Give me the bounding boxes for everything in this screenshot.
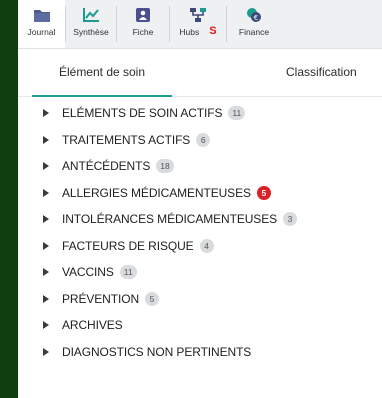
tab-classification[interactable]: Classification bbox=[268, 49, 382, 95]
list-item[interactable]: TRAITEMENTS ACTIFS 6 bbox=[18, 127, 382, 154]
active-tab-indicator bbox=[32, 95, 172, 97]
toolbar-finance[interactable]: € Finance bbox=[227, 0, 281, 48]
count-badge: 4 bbox=[199, 238, 214, 253]
list-item[interactable]: ANTÉCÉDENTS 18 bbox=[18, 153, 382, 180]
id-card-icon bbox=[136, 8, 150, 22]
list-item[interactable]: PRÉVENTION 5 bbox=[18, 286, 382, 313]
expand-caret-icon bbox=[43, 268, 49, 277]
expand-caret-icon bbox=[43, 109, 49, 118]
list-item[interactable]: VACCINS 11 bbox=[18, 259, 382, 286]
count-badge: 3 bbox=[283, 212, 298, 227]
tab-bar: Élément de soin Classification bbox=[18, 49, 382, 97]
toolbar-journal-label: Journal bbox=[27, 27, 56, 37]
expand-caret-icon bbox=[43, 241, 49, 250]
count-badge: 5 bbox=[145, 291, 160, 306]
section-label: ELÉMENTS DE SOIN ACTIFS bbox=[62, 106, 223, 121]
toolbar-hubs[interactable]: Hubs S bbox=[170, 0, 226, 48]
list-item[interactable]: ALLERGIES MÉDICAMENTEUSES 5 bbox=[18, 180, 382, 207]
section-label: PRÉVENTION bbox=[62, 291, 140, 306]
toolbar-synthese[interactable]: Synthèse bbox=[66, 0, 116, 48]
section-label: INTOLÉRANCES MÉDICAMENTEUSES bbox=[62, 212, 278, 227]
care-element-list: ELÉMENTS DE SOIN ACTIFS 11 TRAITEMENTS AC… bbox=[18, 100, 382, 365]
count-badge: 11 bbox=[228, 106, 246, 121]
expand-caret-icon bbox=[43, 188, 49, 197]
folder-icon bbox=[33, 10, 50, 22]
list-item[interactable]: DIAGNOSTICS NON PERTINENTS bbox=[18, 339, 382, 366]
count-badge: 6 bbox=[196, 132, 211, 147]
finance-icon: € bbox=[247, 8, 261, 22]
toolbar-fiche[interactable]: Fiche bbox=[117, 0, 169, 48]
expand-caret-icon bbox=[43, 347, 49, 356]
app-panel: Journal Synthèse Fiche Hubs S € Finance … bbox=[18, 0, 382, 398]
chart-line-icon bbox=[83, 8, 99, 22]
section-label: ARCHIVES bbox=[62, 318, 123, 333]
expand-caret-icon bbox=[43, 215, 49, 224]
section-label: ANTÉCÉDENTS bbox=[62, 159, 151, 174]
expand-caret-icon bbox=[43, 294, 49, 303]
expand-caret-icon bbox=[43, 135, 49, 144]
section-label: ALLERGIES MÉDICAMENTEUSES bbox=[62, 185, 251, 200]
list-item[interactable]: INTOLÉRANCES MÉDICAMENTEUSES 3 bbox=[18, 206, 382, 233]
list-item[interactable]: ELÉMENTS DE SOIN ACTIFS 11 bbox=[18, 100, 382, 127]
tab-element-de-soin[interactable]: Élément de soin bbox=[32, 49, 172, 95]
toolbar-fiche-label: Fiche bbox=[132, 27, 154, 37]
alert-count-badge: 5 bbox=[256, 185, 271, 200]
list-item[interactable]: ARCHIVES bbox=[18, 312, 382, 339]
section-label: VACCINS bbox=[62, 265, 114, 280]
count-badge: 18 bbox=[156, 159, 174, 174]
section-label: TRAITEMENTS ACTIFS bbox=[62, 132, 191, 147]
toolbar-finance-label: Finance bbox=[238, 27, 270, 37]
count-badge: 11 bbox=[119, 265, 137, 280]
list-item[interactable]: FACTEURS DE RISQUE 4 bbox=[18, 233, 382, 260]
hubs-icon bbox=[190, 8, 206, 22]
toolbar-hubs-label: Hubs bbox=[179, 27, 200, 37]
section-label: DIAGNOSTICS NON PERTINENTS bbox=[62, 344, 252, 359]
toolbar-journal[interactable]: Journal bbox=[18, 0, 65, 48]
expand-caret-icon bbox=[43, 321, 49, 330]
toolbar-synthese-label: Synthèse bbox=[73, 27, 109, 37]
expand-caret-icon bbox=[43, 162, 49, 171]
top-toolbar: Journal Synthèse Fiche Hubs S € Finance bbox=[18, 0, 382, 49]
svg-text:€: € bbox=[254, 14, 258, 22]
hubs-flag: S bbox=[209, 25, 217, 37]
section-label: FACTEURS DE RISQUE bbox=[62, 238, 194, 253]
